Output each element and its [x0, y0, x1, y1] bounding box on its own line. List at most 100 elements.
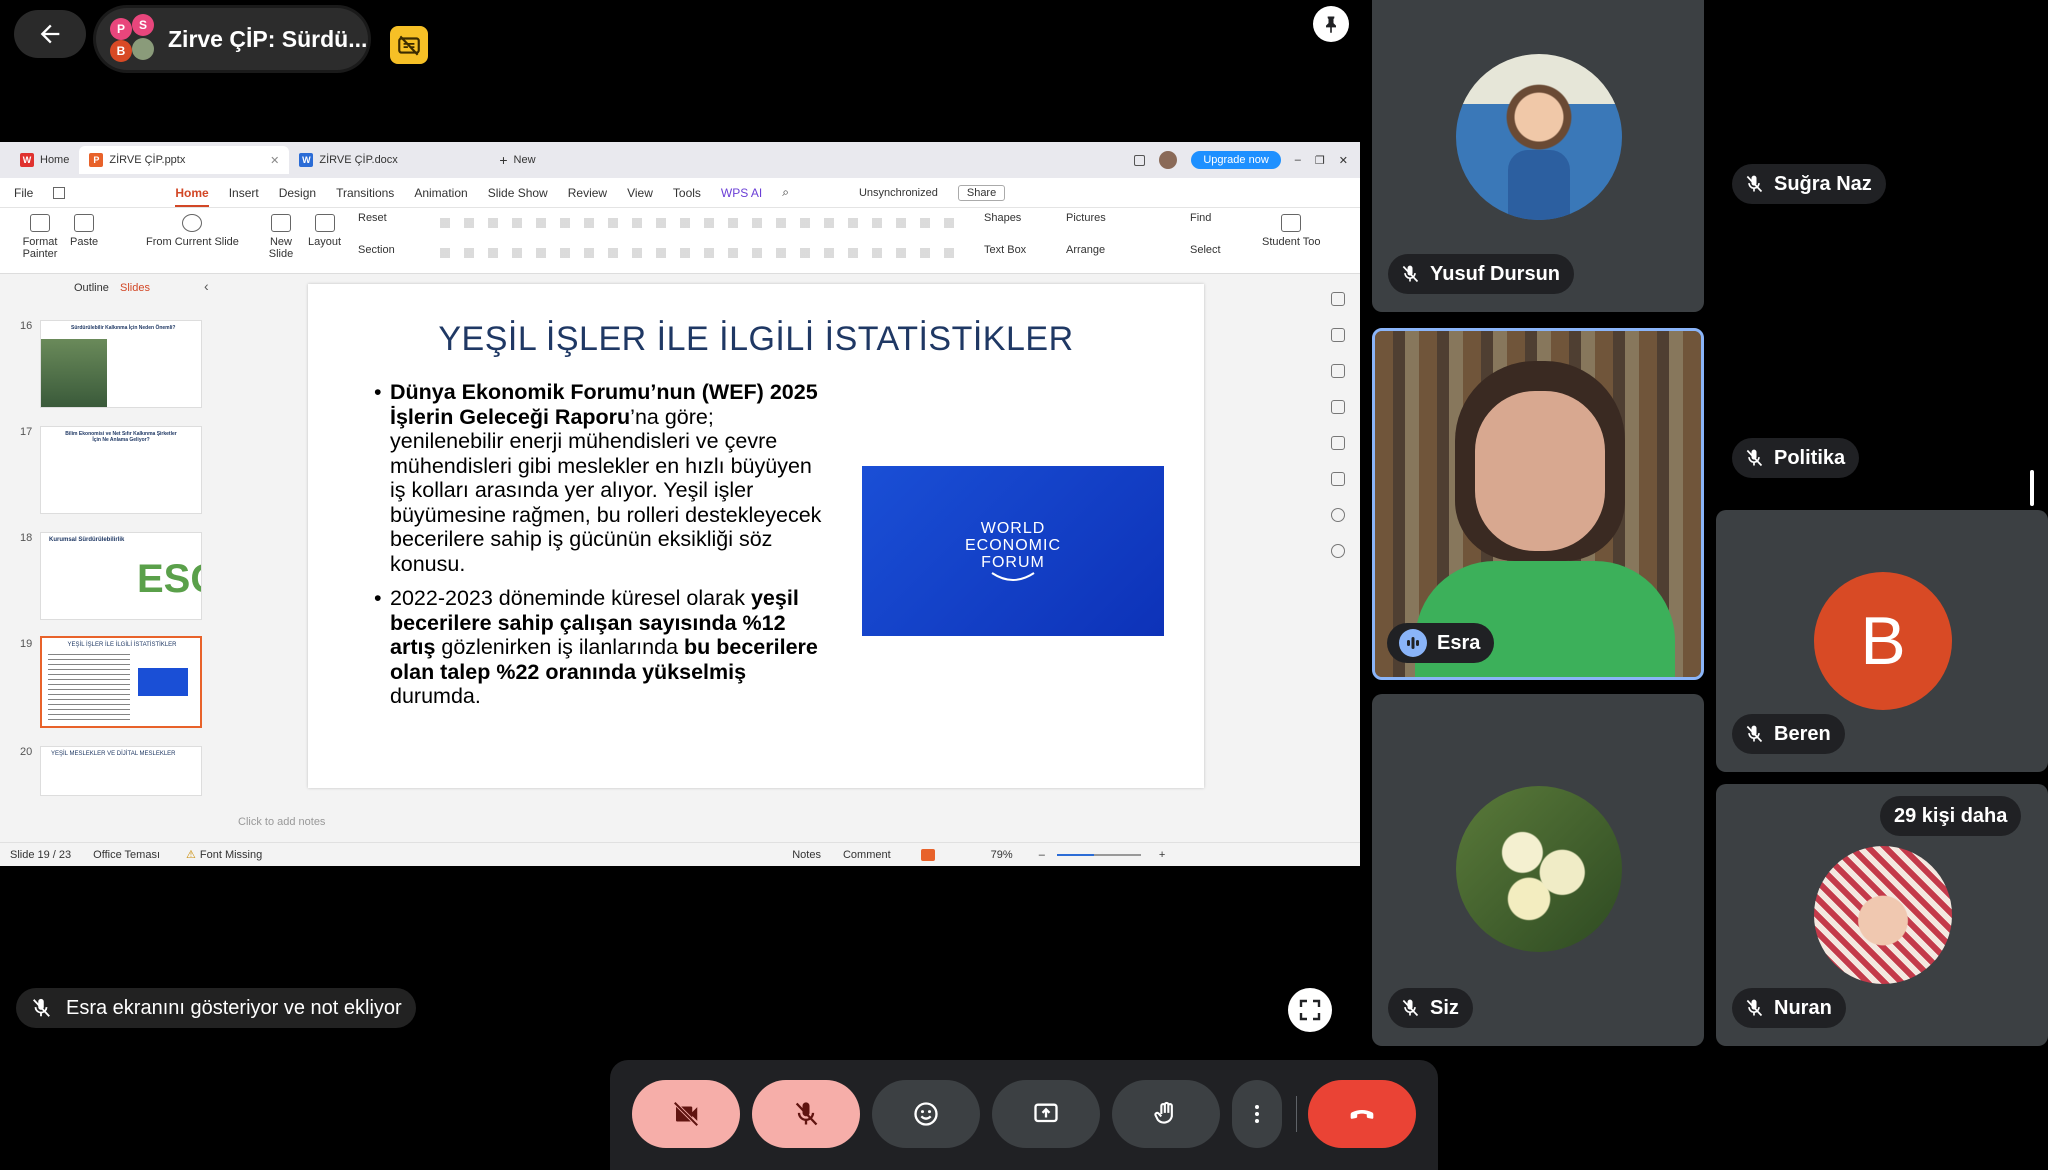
camera-toggle-button[interactable]: [632, 1080, 740, 1148]
tab-new[interactable]: + New: [489, 146, 545, 174]
zoom-in-icon[interactable]: +: [1159, 849, 1165, 861]
present-screen-button[interactable]: [992, 1080, 1100, 1148]
slide-thumbnail[interactable]: YEŞİL MESLEKLER VE DİJİTAL MESLEKLER: [40, 746, 202, 796]
chevron-left-icon[interactable]: ‹: [204, 278, 209, 294]
zoom-level[interactable]: 79%: [991, 849, 1013, 861]
end-call-button[interactable]: [1308, 1080, 1416, 1148]
meeting-title-chip[interactable]: P S B Zirve ÇİP: Sürdü...: [96, 8, 368, 70]
font-missing-status[interactable]: Font Missing: [200, 849, 262, 861]
more-options-button[interactable]: [1232, 1080, 1282, 1148]
menu-transitions[interactable]: Transitions: [336, 186, 394, 200]
avatar[interactable]: [1159, 151, 1178, 169]
menu-file[interactable]: File: [14, 186, 33, 200]
history-icon[interactable]: [1331, 508, 1345, 522]
tab-pptx[interactable]: P ZİRVE ÇİP.pptx ✕: [79, 146, 290, 174]
notes-toggle[interactable]: Notes: [792, 849, 821, 861]
reset-button[interactable]: Reset: [358, 212, 387, 224]
menu-insert[interactable]: Insert: [229, 186, 259, 200]
window-icon[interactable]: [1134, 154, 1146, 166]
help-icon[interactable]: [1331, 544, 1345, 558]
microphone-toggle-button[interactable]: [752, 1080, 860, 1148]
sync-status[interactable]: Unsynchronized: [859, 187, 938, 199]
paste-button[interactable]: Paste: [70, 214, 98, 248]
menu-home[interactable]: Home: [175, 186, 210, 207]
search-icon[interactable]: ⌕: [782, 185, 789, 200]
save-icon[interactable]: [53, 186, 66, 199]
share-button[interactable]: Share: [957, 184, 1006, 201]
participant-tile-active-speaker[interactable]: Esra: [1372, 328, 1704, 680]
more-participants-button[interactable]: 29 kişi daha: [1880, 796, 2022, 836]
zoom-out-icon[interactable]: –: [1039, 849, 1045, 861]
tool-icon[interactable]: [1331, 364, 1345, 378]
raise-hand-button[interactable]: [1112, 1080, 1220, 1148]
slide-thumbnail[interactable]: Kurumsal Sürdürülebilirlik ESG: [40, 532, 202, 620]
avatar: [132, 38, 154, 60]
pin-button[interactable]: [1313, 6, 1349, 42]
participant-tile-self[interactable]: Siz: [1372, 694, 1704, 1046]
menu-view[interactable]: View: [627, 186, 653, 200]
new-slide-button[interactable]: New Slide: [266, 214, 296, 260]
editor-area: Outline Slides ‹ 16 Sürdürülebilir Kalkı…: [0, 276, 1360, 816]
paragraph-format-controls[interactable]: [440, 248, 960, 258]
layout-button[interactable]: Layout: [308, 214, 341, 248]
upgrade-button[interactable]: Upgrade now: [1191, 151, 1281, 169]
logo-text: FORUM: [981, 553, 1045, 571]
back-button[interactable]: [14, 10, 86, 58]
menu-wps-ai[interactable]: WPS AI: [721, 186, 762, 200]
wef-logo-image: WORLD ECONOMIC FORUM: [862, 466, 1164, 636]
scrollbar-thumb[interactable]: [2030, 470, 2034, 506]
slide-counter: Slide 19 / 23: [10, 848, 72, 861]
section-button[interactable]: Section: [358, 244, 395, 256]
participant-tile[interactable]: Yusuf Dursun: [1372, 0, 1704, 312]
close-icon[interactable]: ✕: [270, 154, 279, 167]
no-subtitles-icon: [396, 32, 422, 58]
participant-tile[interactable]: Politika: [1716, 328, 2048, 484]
tab-docx[interactable]: W ZİRVE ÇİP.docx: [289, 146, 489, 174]
mic-off-icon: [1744, 448, 1764, 468]
comment-icon[interactable]: [1331, 400, 1345, 414]
font-format-controls[interactable]: [440, 218, 960, 228]
play-slideshow-icon[interactable]: [920, 848, 935, 861]
text-box-button[interactable]: Text Box: [984, 244, 1026, 256]
button-label: Text Box: [984, 244, 1027, 256]
arrange-button[interactable]: Arrange: [1066, 244, 1105, 256]
minimize-icon[interactable]: –: [1295, 154, 1301, 166]
slide-thumbnail[interactable]: Sürdürülebilir Kalkınma İçin Neden Öneml…: [40, 320, 202, 408]
close-icon[interactable]: ✕: [1339, 154, 1348, 167]
participant-name-chip: Politika: [1732, 438, 1860, 478]
participant-tile[interactable]: Suğra Naz: [1716, 0, 2048, 312]
participant-avatars: P S B: [108, 14, 158, 64]
pictures-button[interactable]: Pictures: [1066, 212, 1106, 224]
notes-placeholder[interactable]: Click to add notes: [238, 816, 325, 828]
participant-tile[interactable]: B Beren: [1716, 510, 2048, 772]
tab-home[interactable]: W Home: [10, 146, 79, 174]
find-button[interactable]: Find: [1190, 212, 1211, 224]
tool-icon[interactable]: [1331, 472, 1345, 486]
fullscreen-button[interactable]: [1288, 988, 1332, 1032]
theme-name[interactable]: Office Teması: [93, 849, 160, 861]
restore-icon[interactable]: ❐: [1315, 154, 1325, 167]
zoom-slider[interactable]: [1056, 853, 1141, 856]
select-button[interactable]: Select: [1190, 244, 1221, 256]
comment-toggle[interactable]: Comment: [843, 849, 891, 861]
reactions-button[interactable]: [872, 1080, 980, 1148]
current-slide[interactable]: YEŞİL İŞLER İLE İLGİLİ İSTATİSTİKLER Dün…: [308, 284, 1204, 788]
slide-thumbnail-selected[interactable]: YEŞİL İŞLER İLE İLGİLİ İSTATİSTİKLER: [40, 636, 202, 728]
tab-outline[interactable]: Outline: [74, 282, 109, 294]
slide-thumbnail[interactable]: Bilim Ekonomisi ve Net Sıfır Kalkınma Şi…: [40, 426, 202, 514]
star-icon[interactable]: [1331, 436, 1345, 450]
menu-animation[interactable]: Animation: [414, 186, 467, 200]
captions-off-button[interactable]: [390, 26, 428, 64]
student-tools-button[interactable]: Student Too: [1262, 214, 1321, 248]
tab-slides[interactable]: Slides: [120, 282, 150, 294]
menu-tools[interactable]: Tools: [673, 186, 701, 200]
tool-icon[interactable]: [1331, 328, 1345, 342]
format-painter-button[interactable]: Format Painter: [20, 214, 60, 260]
tool-icon[interactable]: [1331, 292, 1345, 306]
menu-design[interactable]: Design: [279, 186, 316, 200]
from-current-slide-button[interactable]: From Current Slide: [146, 214, 239, 248]
menu-slide-show[interactable]: Slide Show: [488, 186, 548, 200]
button-label: Shapes: [984, 212, 1022, 224]
shapes-button[interactable]: Shapes: [984, 212, 1021, 224]
menu-review[interactable]: Review: [568, 186, 607, 200]
